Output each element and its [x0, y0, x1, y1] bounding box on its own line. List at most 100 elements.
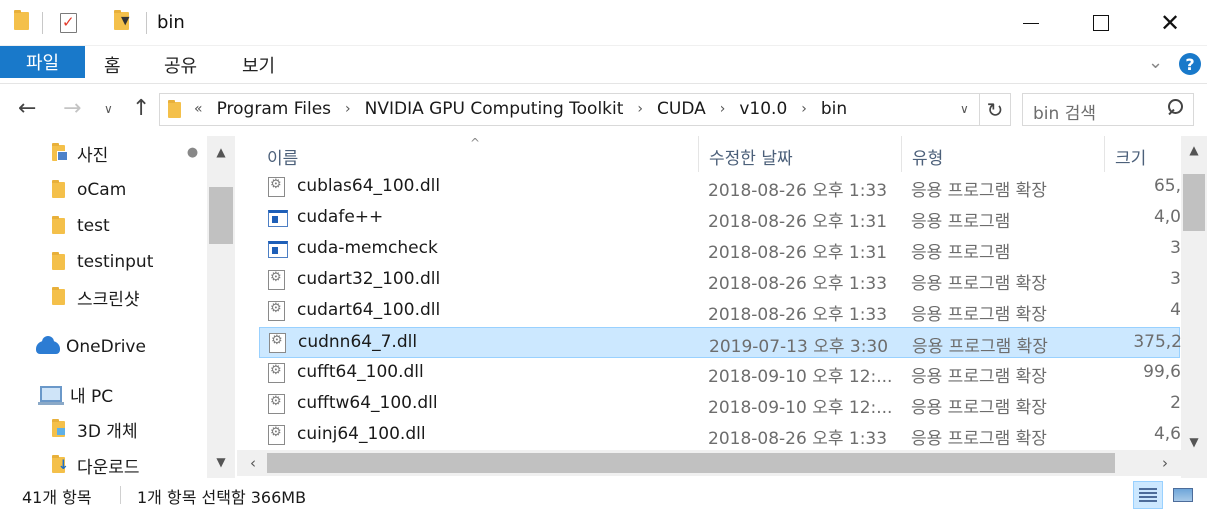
scrollbar-thumb[interactable] [209, 187, 233, 244]
maximize-button[interactable] [1078, 0, 1124, 46]
table-row[interactable]: cudnn64_7.dll 2019-07-13 오후 3:30 응용 프로그램 확… [259, 327, 1182, 358]
sidebar-item-label: testinput [77, 252, 154, 272]
scroll-down-icon[interactable]: ▼ [1181, 430, 1207, 454]
large-icons-view-button[interactable] [1168, 481, 1198, 509]
tab-view[interactable]: 보기 [242, 52, 275, 78]
properties-icon[interactable] [60, 13, 77, 33]
breadcrumb-item-nvidia-toolkit[interactable]: NVIDIA GPU Computing Toolkit [365, 99, 624, 119]
table-row[interactable]: cuinj64_100.dll 2018-08-26 오후 1:33 응용 프로그램… [259, 420, 1181, 451]
file-size: 65, [1153, 176, 1181, 196]
table-row[interactable]: cudafe++ 2018-08-26 오후 1:31 응용 프로그램 4,0 [259, 203, 1181, 234]
folder-icon[interactable] [14, 10, 29, 30]
scrollbar-thumb[interactable] [1183, 174, 1205, 231]
search-input[interactable]: bin 검색 [1022, 93, 1194, 126]
up-button[interactable]: ↑ [132, 96, 150, 121]
file-name: cublas64_100.dll [297, 176, 441, 196]
breadcrumb-chevron-icon[interactable]: › [345, 101, 351, 117]
scroll-left-icon[interactable]: ‹ [239, 450, 267, 476]
folder-icon [52, 180, 65, 198]
file-name: cufftw64_100.dll [297, 393, 438, 413]
scroll-down-icon[interactable]: ▼ [207, 448, 235, 476]
scrollbar-thumb[interactable] [267, 453, 1115, 473]
file-type: 응용 프로그램 확장 [911, 181, 1047, 201]
scroll-up-icon[interactable]: ▲ [207, 138, 235, 166]
tab-share[interactable]: 공유 [164, 52, 197, 78]
breadcrumb-item-program-files[interactable]: Program Files [217, 99, 331, 119]
address-dropdown-chevron-down-icon[interactable]: ∨ [960, 102, 969, 116]
forward-button[interactable]: → [63, 96, 81, 121]
table-row[interactable]: cufftw64_100.dll 2018-09-10 오후 12:... 응용 프… [259, 389, 1181, 420]
computer-icon [38, 386, 64, 405]
status-bar: 41개 항목 1개 항목 선택함 366MB [0, 478, 1207, 512]
dll-file-icon [268, 270, 285, 290]
file-list-vertical-scrollbar[interactable]: ▲ ▼ [1181, 136, 1207, 456]
recent-locations-button[interactable]: ∨ [104, 102, 113, 116]
sidebar-item-label: 다운로드 [77, 457, 140, 478]
breadcrumb-item-v10[interactable]: v10.0 [739, 99, 787, 119]
breadcrumb-item-bin[interactable]: bin [821, 99, 847, 119]
breadcrumb-item-cuda[interactable]: CUDA [657, 99, 706, 119]
table-row[interactable]: cufft64_100.dll 2018-09-10 오후 12:... 응용 프로… [259, 358, 1181, 389]
table-row[interactable]: cudart32_100.dll 2018-08-26 오후 1:33 응용 프로그… [259, 265, 1181, 296]
breadcrumb-chevron-icon[interactable]: › [720, 101, 726, 117]
back-button[interactable]: ← [18, 96, 36, 121]
refresh-button[interactable]: ↻ [980, 93, 1011, 126]
navigation-pane-scrollbar[interactable]: ▲ ▼ [207, 136, 235, 478]
file-type: 응용 프로그램 확장 [911, 274, 1047, 294]
minimize-icon [1023, 22, 1039, 24]
column-header-size[interactable]: 크기 [1115, 136, 1175, 172]
column-header-type[interactable]: 유형 [912, 136, 1102, 172]
file-size: 375,2 [1133, 332, 1182, 352]
file-type: 응용 프로그램 [911, 212, 1011, 232]
file-list-horizontal-scrollbar[interactable]: ‹ › [237, 450, 1181, 476]
close-button[interactable]: ✕ [1147, 0, 1193, 46]
address-bar[interactable]: « Program Files › NVIDIA GPU Computing T… [159, 93, 980, 126]
file-size: 3 [1170, 238, 1181, 258]
file-name: cudafe++ [297, 207, 384, 227]
item-count: 41개 항목 [22, 488, 92, 507]
status-separator [120, 486, 121, 504]
title-bar: ▼ bin ✕ [0, 0, 1207, 46]
minimize-button[interactable] [1008, 0, 1054, 46]
breadcrumb-overflow[interactable]: « [194, 101, 203, 117]
dll-file-icon [268, 363, 285, 383]
file-type: 응용 프로그램 확장 [911, 398, 1047, 418]
exe-file-icon [268, 210, 288, 227]
breadcrumb-chevron-icon[interactable]: › [637, 101, 643, 117]
folder-icon [52, 287, 65, 305]
file-name: cudart64_100.dll [297, 300, 441, 320]
selection-info: 1개 항목 선택함 366MB [137, 488, 307, 507]
file-size: 3 [1170, 269, 1181, 289]
file-name: cudart32_100.dll [297, 269, 441, 289]
column-divider[interactable] [1104, 136, 1105, 172]
pictures-folder-icon [52, 143, 68, 161]
file-date-modified: 2018-08-26 오후 1:33 [708, 305, 888, 325]
file-name: cudnn64_7.dll [298, 332, 418, 352]
table-row[interactable]: cublas64_100.dll 2018-08-26 오후 1:33 응용 프로그… [259, 172, 1181, 203]
sidebar-item-label: OneDrive [66, 337, 146, 357]
tab-home[interactable]: 홈 [104, 52, 121, 78]
onedrive-cloud-icon [36, 335, 60, 354]
file-date-modified: 2018-09-10 오후 12:... [708, 367, 893, 387]
expand-ribbon-chevron-down-icon[interactable]: ⌄ [1148, 52, 1163, 73]
scrollbar-corner [1181, 456, 1207, 478]
column-divider[interactable] [698, 136, 699, 172]
customize-toolbar-dropdown-icon[interactable]: ▼ [121, 14, 129, 27]
column-divider[interactable] [901, 136, 902, 172]
search-icon [1166, 99, 1183, 119]
file-type: 응용 프로그램 확장 [912, 337, 1048, 357]
scroll-right-icon[interactable]: › [1151, 450, 1179, 476]
scroll-up-icon[interactable]: ▲ [1181, 138, 1207, 162]
folder-icon [52, 216, 65, 234]
tab-file[interactable]: 파일 [0, 46, 85, 78]
column-header-name[interactable]: 이름 [267, 136, 697, 172]
table-row[interactable]: cudart64_100.dll 2018-08-26 오후 1:33 응용 프로그… [259, 296, 1181, 327]
help-icon[interactable]: ? [1179, 53, 1201, 75]
breadcrumb-chevron-icon[interactable]: › [801, 101, 807, 117]
details-view-button[interactable] [1133, 481, 1163, 509]
file-name: cufft64_100.dll [297, 362, 424, 382]
column-header-date-modified[interactable]: 수정한 날짜 [709, 136, 899, 172]
file-date-modified: 2019-07-13 오후 3:30 [709, 337, 889, 357]
table-row[interactable]: cuda-memcheck 2018-08-26 오후 1:31 응용 프로그램 3 [259, 234, 1181, 265]
toolbar-separator [42, 12, 43, 34]
